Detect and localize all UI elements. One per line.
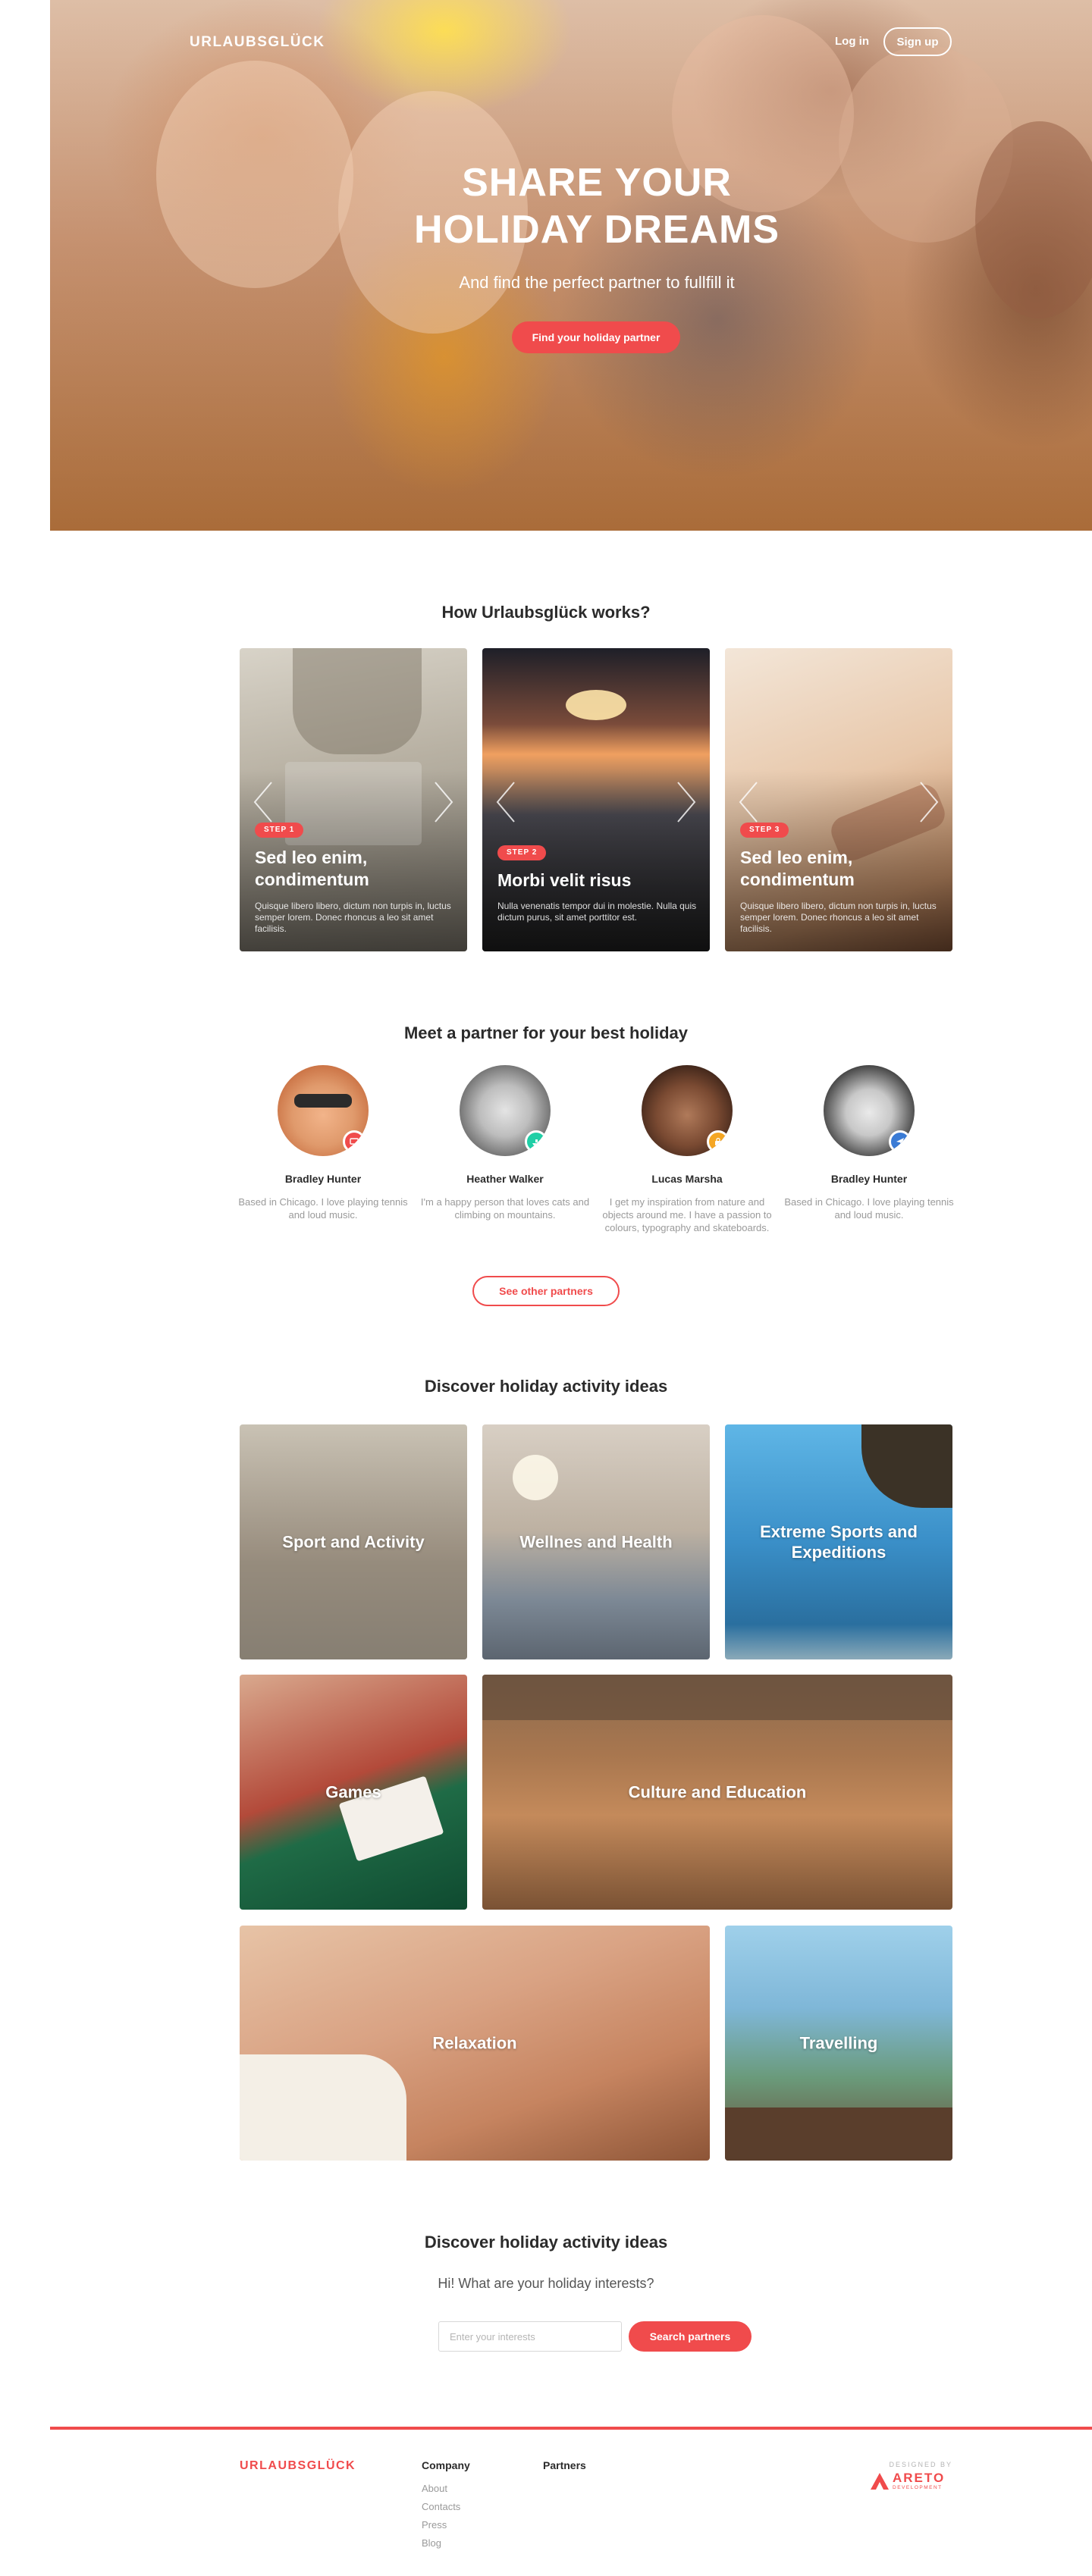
chevron-left-icon[interactable] [739, 781, 758, 823]
activity-tile-sport[interactable]: Sport and Activity [240, 1424, 467, 1659]
activity-tile-relaxation[interactable]: Relaxation [240, 1926, 710, 2161]
step-text: Quisque libero libero, dictum non turpis… [255, 901, 451, 934]
footer-link-contacts[interactable]: Contacts [422, 2501, 460, 2512]
designed-by-label: DESIGNED BY [889, 2461, 952, 2468]
tile-photo-detail [725, 2107, 952, 2161]
tile-photo-detail [513, 1455, 558, 1500]
partner-name: Bradley Hunter [830, 1173, 908, 1185]
activity-tile-wellness[interactable]: Wellnes and Health [482, 1424, 710, 1659]
hero-subtitle: And find the perfect partner to fullfill… [459, 273, 735, 292]
hero-title-line: SHARE YOUR [462, 161, 732, 205]
activity-tile-games[interactable]: Games [240, 1675, 467, 1910]
partner-name: Bradley Hunter [284, 1173, 362, 1185]
tv-icon [343, 1130, 366, 1153]
hero-title-line: HOLIDAY DREAMS [413, 208, 780, 252]
chevron-right-icon[interactable] [676, 781, 696, 823]
step-title: Sed leo enim, condimentum [255, 848, 369, 889]
search-partners-button[interactable]: Search partners [629, 2321, 752, 2352]
activity-tile-label: Games [325, 1782, 381, 1802]
footer-divider [50, 2427, 1092, 2430]
brand-logo[interactable]: URLAUBSGLÜCK [190, 34, 325, 51]
activity-tile-label: Travelling [799, 2033, 878, 2053]
partner-card[interactable]: Bradley Hunter Based in Chicago. I love … [232, 1065, 414, 1221]
avatar[interactable] [642, 1065, 733, 1156]
activity-tile-culture[interactable]: Culture and Education [482, 1675, 952, 1910]
hero-title: SHARE YOUR HOLIDAY DREAMS [369, 159, 824, 253]
ship-icon [525, 1130, 548, 1153]
activity-tile-label: Sport and Activity [282, 1532, 425, 1552]
step-card[interactable]: STEP 2 Morbi velit risus Nulla venenatis… [482, 648, 710, 951]
partner-card[interactable]: Heather Walker I'm a happy person that l… [414, 1065, 596, 1221]
signup-button[interactable]: Sign up [883, 27, 952, 56]
step-title: Morbi velit risus [497, 870, 632, 890]
partner-name: Heather Walker [466, 1173, 544, 1185]
activity-tile-label: Relaxation [432, 2033, 517, 2053]
partner-card[interactable]: Lucas Marsha I get my inspiration from n… [596, 1065, 778, 1234]
chevron-right-icon[interactable] [919, 781, 939, 823]
step-text: Quisque libero libero, dictum non turpis… [740, 901, 937, 934]
partner-bio: I get my inspiration from nature and obj… [602, 1196, 772, 1233]
activity-tile-travelling[interactable]: Travelling [725, 1926, 952, 2161]
areto-logo-icon [871, 2473, 889, 2490]
tile-photo-detail [482, 1675, 952, 1720]
tile-photo-detail [861, 1424, 952, 1508]
how-it-works-title: How Urlaubsglück works? [441, 603, 651, 622]
hero-overlay [50, 0, 1092, 531]
see-other-partners-button[interactable]: See other partners [472, 1276, 620, 1306]
search-title: Discover holiday activity ideas [424, 2233, 668, 2252]
step-card[interactable]: STEP 3 Sed leo enim, condimentum Quisque… [725, 648, 952, 951]
plane-icon [889, 1130, 912, 1153]
areto-logo-subtext: DEVELOPMENT [893, 2485, 943, 2490]
footer-logo[interactable]: URLAUBSGLÜCK [240, 2459, 356, 2473]
footer-link-blog[interactable]: Blog [422, 2537, 441, 2549]
footer-company-heading: Company [422, 2459, 470, 2471]
login-link[interactable]: Log in [835, 27, 869, 56]
footer-partners-heading[interactable]: Partners [543, 2459, 586, 2471]
activity-tile-label: Extreme Sports and Expeditions [760, 1522, 918, 1562]
step-badge: STEP 3 [740, 823, 789, 838]
footer-link-about[interactable]: About [422, 2483, 447, 2494]
partner-bio: Based in Chicago. I love playing tennis … [784, 1196, 954, 1221]
partner-bio: I'm a happy person that loves cats and c… [420, 1196, 590, 1221]
partner-card[interactable]: Bradley Hunter Based in Chicago. I love … [778, 1065, 960, 1221]
footer-link-press[interactable]: Press [422, 2519, 447, 2531]
activities-title: Discover holiday activity ideas [424, 1377, 668, 1396]
lock-icon [707, 1130, 730, 1153]
partners-title: Meet a partner for your best holiday [403, 1023, 689, 1042]
chevron-left-icon[interactable] [253, 781, 273, 823]
partner-name: Lucas Marsha [651, 1173, 723, 1185]
activity-tile-label: Wellnes and Health [519, 1532, 673, 1552]
step-badge: STEP 2 [497, 845, 547, 860]
areto-logo[interactable]: ARETO DEVELOPMENT [870, 2471, 955, 2493]
hero-section [50, 0, 1092, 531]
find-partner-button[interactable]: Find your holiday partner [512, 321, 680, 353]
chevron-right-icon[interactable] [434, 781, 453, 823]
step-badge: STEP 1 [255, 823, 304, 838]
partner-bio: Based in Chicago. I love playing tennis … [238, 1196, 408, 1221]
activity-tile-label: Culture and Education [628, 1782, 807, 1802]
avatar[interactable] [278, 1065, 369, 1156]
avatar[interactable] [460, 1065, 551, 1156]
tile-photo-detail [240, 2054, 406, 2161]
step-text: Nulla venenatis tempor dui in molestie. … [497, 901, 697, 923]
activity-tile-extreme[interactable]: Extreme Sports and Expeditions [725, 1424, 952, 1659]
tile-photo-detail [240, 1561, 467, 1659]
interests-input[interactable] [438, 2321, 622, 2352]
avatar[interactable] [824, 1065, 915, 1156]
chevron-left-icon[interactable] [496, 781, 516, 823]
step-card[interactable]: STEP 1 Sed leo enim, condimentum Quisque… [240, 648, 467, 951]
interest-question: Hi! What are your holiday interests? [438, 2276, 654, 2291]
step-title: Sed leo enim, condimentum [740, 848, 855, 889]
avatar-detail [294, 1094, 352, 1108]
areto-logo-text: ARETO [893, 2471, 946, 2485]
